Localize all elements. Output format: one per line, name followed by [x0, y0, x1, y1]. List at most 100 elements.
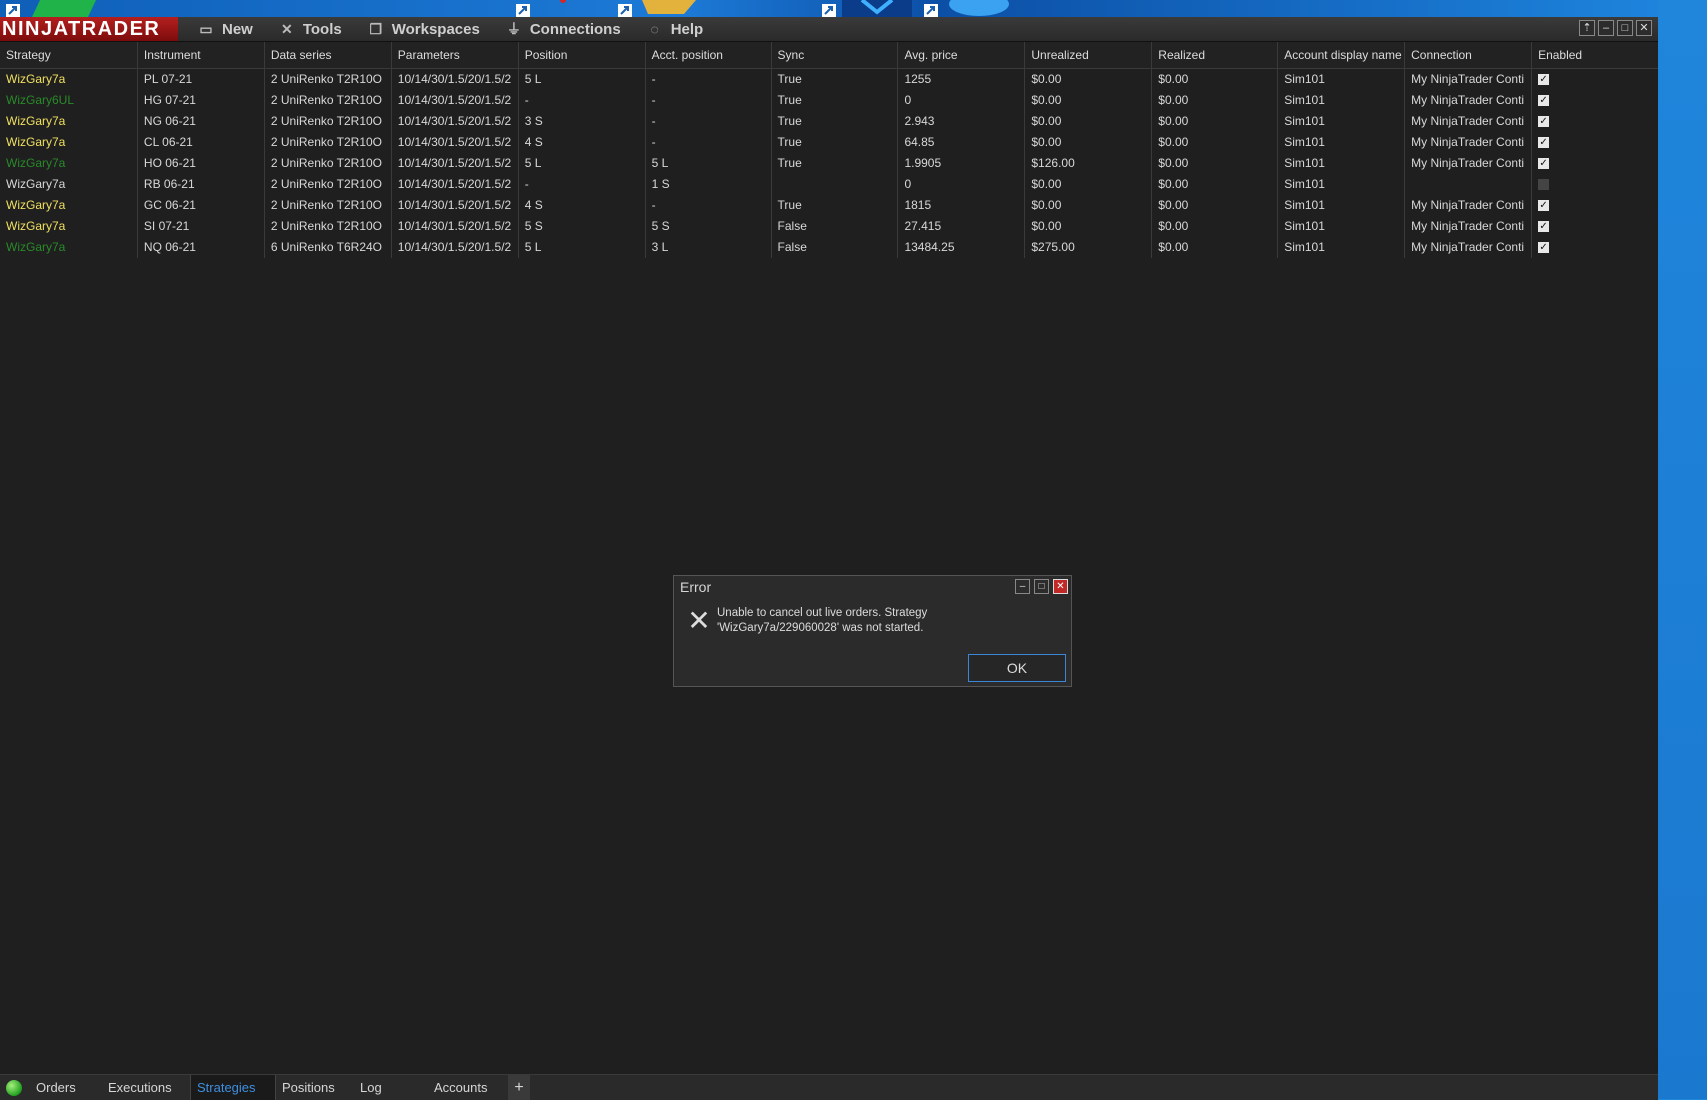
dialog-minimize-icon[interactable]: – [1015, 579, 1030, 594]
desktop-shortcut-icon[interactable] [618, 0, 708, 17]
table-row[interactable]: WizGary7a HO 06-21 2 UniRenko T2R10O 10/14/… [0, 153, 1658, 174]
column-header-parameters[interactable]: Parameters [392, 42, 519, 68]
cell-realized: $0.00 [1152, 111, 1279, 132]
menu-new-label: New [222, 20, 253, 38]
column-header-avg-price[interactable]: Avg. price [898, 42, 1026, 68]
cell-connection [1405, 174, 1533, 195]
cell-data-series: 2 UniRenko T2R10O [265, 216, 392, 237]
dialog-window-controls: – □ ✕ [1011, 579, 1068, 594]
cell-parameters: 10/14/30/1.5/20/1.5/2 [392, 195, 519, 216]
close-icon[interactable]: ✕ [1636, 20, 1652, 36]
cell-data-series: 2 UniRenko T2R10O [265, 132, 392, 153]
tab-log[interactable]: Log [354, 1075, 428, 1100]
menu-tools[interactable]: ✕ Tools [279, 17, 342, 41]
strategies-grid: Strategy Instrument Data series Paramete… [0, 42, 1658, 258]
column-header-realized[interactable]: Realized [1152, 42, 1279, 68]
cell-sync: True [772, 111, 899, 132]
tab-positions[interactable]: Positions [276, 1075, 354, 1100]
column-header-instrument[interactable]: Instrument [138, 42, 265, 68]
table-row[interactable]: WizGary7a NG 06-21 2 UniRenko T2R10O 10/14/… [0, 111, 1658, 132]
dialog-message: Unable to cancel out live orders. Strate… [717, 606, 1017, 636]
cell-acct-position: - [646, 132, 772, 153]
column-header-connection[interactable]: Connection [1405, 42, 1533, 68]
cell-acct-position: - [646, 69, 772, 90]
enabled-checkbox[interactable]: ✓ [1538, 221, 1550, 233]
column-header-acct-position[interactable]: Acct. position [646, 42, 772, 68]
cell-parameters: 10/14/30/1.5/20/1.5/2 [392, 237, 519, 258]
cell-instrument: HG 07-21 [138, 90, 265, 111]
cell-strategy: WizGary7a [0, 174, 138, 195]
enabled-checkbox[interactable] [1538, 179, 1550, 191]
cell-acct-position: 5 S [646, 216, 772, 237]
cell-account: Sim101 [1278, 237, 1406, 258]
cell-position: - [519, 90, 646, 111]
menu-connections[interactable]: ⏚ Connections [506, 17, 621, 41]
desktop-shortcut-icon[interactable] [516, 0, 576, 17]
cell-strategy: WizGary7a [0, 132, 138, 153]
pin-icon[interactable]: ⇡ [1579, 20, 1595, 36]
table-row[interactable]: WizGary6UL HG 07-21 2 UniRenko T2R10O 10/14… [0, 90, 1658, 111]
table-row[interactable]: WizGary7a CL 06-21 2 UniRenko T2R10O 10/14/… [0, 132, 1658, 153]
cell-data-series: 2 UniRenko T2R10O [265, 153, 392, 174]
menu-workspaces[interactable]: ❐ Workspaces [368, 17, 479, 41]
enabled-checkbox[interactable]: ✓ [1538, 200, 1550, 212]
menu-help[interactable]: ◌ Help [647, 17, 704, 41]
cell-connection: My NinjaTrader Conti [1405, 153, 1533, 174]
enabled-checkbox[interactable]: ✓ [1538, 74, 1550, 86]
cell-acct-position: - [646, 111, 772, 132]
column-header-position[interactable]: Position [519, 42, 646, 68]
cell-account: Sim101 [1278, 216, 1406, 237]
menu-new[interactable]: ▭ New [198, 17, 253, 41]
column-header-data-series[interactable]: Data series [265, 42, 392, 68]
add-tab-button[interactable]: + [508, 1075, 530, 1100]
cell-avg-price: 0 [898, 174, 1026, 195]
enabled-checkbox[interactable]: ✓ [1538, 242, 1550, 254]
cell-parameters: 10/14/30/1.5/20/1.5/2 [392, 90, 519, 111]
tab-executions[interactable]: Executions [102, 1075, 190, 1100]
cell-position: 3 S [519, 111, 646, 132]
cell-connection: My NinjaTrader Conti [1405, 111, 1533, 132]
desktop-shortcut-icon[interactable] [924, 0, 1014, 17]
tab-accounts[interactable]: Accounts [428, 1075, 508, 1100]
desktop-shortcut-icon[interactable] [6, 0, 96, 17]
column-header-sync[interactable]: Sync [772, 42, 899, 68]
cell-sync: True [772, 69, 899, 90]
menu-help-label: Help [670, 20, 704, 38]
table-row[interactable]: WizGary7a NQ 06-21 6 UniRenko T6R24O 10/14/… [0, 237, 1658, 258]
ninjatrader-logo: NINJATRADER [0, 17, 178, 41]
cell-unrealized: $0.00 [1025, 174, 1153, 195]
cell-instrument: PL 07-21 [138, 69, 265, 90]
tools-icon: ✕ [280, 20, 293, 37]
cell-acct-position: 3 L [646, 237, 772, 258]
enabled-checkbox[interactable]: ✓ [1538, 95, 1550, 107]
desktop-background-right [1658, 0, 1707, 1099]
column-header-unrealized[interactable]: Unrealized [1025, 42, 1153, 68]
tab-strategies[interactable]: Strategies [190, 1075, 276, 1100]
new-window-icon: ▭ [199, 20, 213, 37]
error-icon: ✕ [687, 605, 711, 636]
bottom-tab-bar: Orders Executions Strategies Positions L… [0, 1074, 1658, 1100]
cell-unrealized: $0.00 [1025, 195, 1153, 216]
dialog-close-icon[interactable]: ✕ [1053, 579, 1068, 594]
column-header-strategy[interactable]: Strategy [0, 42, 138, 68]
maximize-icon[interactable]: □ [1617, 20, 1633, 36]
cell-avg-price: 1815 [898, 195, 1026, 216]
cell-enabled: ✓ [1532, 216, 1658, 237]
cell-data-series: 2 UniRenko T2R10O [265, 195, 392, 216]
enabled-checkbox[interactable]: ✓ [1538, 158, 1550, 170]
table-row[interactable]: WizGary7a SI 07-21 2 UniRenko T2R10O 10/14/… [0, 216, 1658, 237]
table-row[interactable]: WizGary7a PL 07-21 2 UniRenko T2R10O 10/14/… [0, 69, 1658, 90]
enabled-checkbox[interactable]: ✓ [1538, 137, 1550, 149]
minimize-icon[interactable]: – [1598, 20, 1614, 36]
ok-button[interactable]: OK [968, 654, 1066, 682]
column-header-account-display-name[interactable]: Account display name [1278, 42, 1406, 68]
table-row[interactable]: WizGary7a RB 06-21 2 UniRenko T2R10O 10/14/… [0, 174, 1658, 195]
dialog-maximize-icon[interactable]: □ [1034, 579, 1049, 594]
column-header-enabled[interactable]: Enabled [1532, 42, 1658, 68]
tab-orders[interactable]: Orders [30, 1075, 102, 1100]
table-row[interactable]: WizGary7a GC 06-21 2 UniRenko T2R10O 10/14/… [0, 195, 1658, 216]
enabled-checkbox[interactable]: ✓ [1538, 116, 1550, 128]
desktop-shortcut-icon[interactable] [822, 0, 912, 17]
cell-data-series: 2 UniRenko T2R10O [265, 174, 392, 195]
cell-avg-price: 1.9905 [898, 153, 1026, 174]
